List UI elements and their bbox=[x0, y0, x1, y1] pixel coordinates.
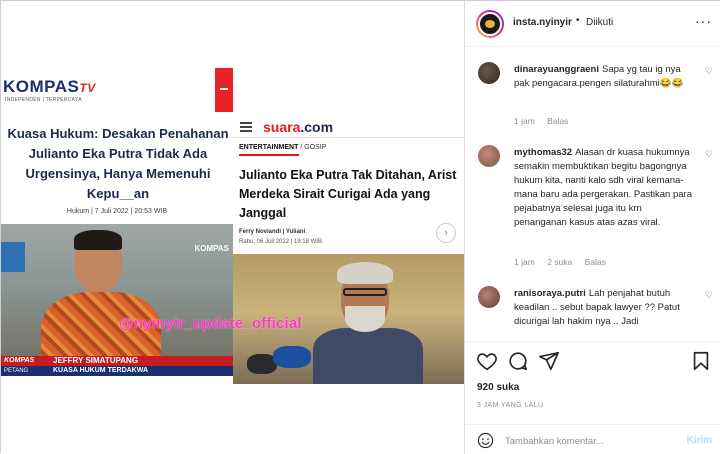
comment-input[interactable] bbox=[505, 433, 665, 449]
watermark: @nyinyir_update_official bbox=[119, 315, 302, 332]
comment-list[interactable]: dinarayuanggraeni Sapa yg tau ig nya pak … bbox=[465, 48, 720, 341]
heart-outline-icon[interactable]: ♡ bbox=[705, 290, 713, 301]
lower-third-brand-sub: PETANG bbox=[4, 368, 29, 374]
comment-body: dinarayuanggraeni Sapa yg tau ig nya pak … bbox=[514, 64, 684, 89]
category-underline bbox=[239, 154, 299, 156]
likes-count[interactable]: 920 suka bbox=[477, 382, 519, 393]
follow-status-button[interactable]: Diikuti bbox=[586, 17, 613, 28]
reply-button[interactable]: Balas bbox=[585, 257, 606, 267]
commenter-username[interactable]: dinarayuanggraeni bbox=[514, 64, 599, 75]
suara-date: Rabu, 06 Juli 2022 | 19:18 WIB bbox=[239, 239, 322, 245]
share-arrow-icon: › bbox=[436, 223, 456, 243]
commenter-avatar[interactable] bbox=[478, 62, 500, 84]
lower-third: KOMPAS PETANG JEFFRY SIMATUPANG KUASA HU… bbox=[1, 356, 233, 376]
comment-bubble-icon[interactable] bbox=[507, 350, 529, 372]
commenter-username[interactable]: mythomas32 bbox=[514, 147, 572, 158]
commenter-avatar[interactable] bbox=[478, 286, 500, 308]
post-image[interactable]: KOMPASTV INDEPENDEN | TERPERCAYA Kuasa H… bbox=[1, 1, 464, 454]
like-heart-icon[interactable] bbox=[476, 350, 498, 372]
reply-button[interactable]: Balas bbox=[547, 116, 568, 126]
suara-news-screenshot: suara.com ENTERTAINMENT / GOSIP Julianto… bbox=[233, 116, 464, 384]
comment-composer: Kirim bbox=[465, 424, 720, 454]
kompas-meta: Hukum | 7 Juli 2022 | 20:53 WIB bbox=[66, 208, 168, 215]
post-actions bbox=[465, 341, 720, 377]
comment-body: ranisoraya.putri Lah penjahat butuh keadi… bbox=[514, 288, 680, 327]
lower-third-brand: KOMPAS bbox=[4, 357, 35, 364]
kompas-header: KOMPASTV INDEPENDEN | TERPERCAYA bbox=[1, 68, 233, 114]
comment-like-count[interactable]: 2 suka bbox=[547, 257, 572, 267]
suara-author: Ferry Noviandi | Yuliani bbox=[239, 229, 306, 235]
heart-outline-icon[interactable]: ♡ bbox=[705, 66, 713, 77]
post-timestamp: 3 JAM YANG LALU bbox=[477, 402, 544, 409]
emoji-icon[interactable] bbox=[477, 432, 494, 449]
instagram-post-window: KOMPASTV INDEPENDEN | TERPERCAYA Kuasa H… bbox=[0, 0, 720, 454]
send-comment-button[interactable]: Kirim bbox=[686, 435, 712, 446]
suara-logo: suara.com bbox=[263, 119, 334, 135]
suara-header: suara.com bbox=[233, 116, 464, 138]
side-logo bbox=[1, 242, 25, 272]
bookmark-icon[interactable] bbox=[690, 350, 712, 372]
commenter-avatar[interactable] bbox=[478, 145, 500, 167]
commenter-username[interactable]: ranisoraya.putri bbox=[514, 288, 586, 299]
more-options-icon[interactable]: ··· bbox=[695, 13, 712, 29]
account-avatar[interactable] bbox=[476, 10, 504, 38]
kompas-tagline: INDEPENDEN | TERPERCAYA bbox=[5, 97, 82, 103]
comment-time: 1 jam bbox=[514, 257, 535, 267]
separator-dot: • bbox=[576, 15, 580, 26]
heart-outline-icon[interactable]: ♡ bbox=[705, 149, 713, 160]
kompas-logo: KOMPASTV bbox=[3, 77, 96, 96]
account-username[interactable]: insta.nyinyir bbox=[513, 17, 572, 28]
kompas-video-logo: KOMPAS bbox=[194, 244, 229, 253]
share-paperplane-icon[interactable] bbox=[538, 350, 560, 372]
kompas-video-frame: KOMPAS KOMPAS PETANG JEFFRY SIMATUPANG K… bbox=[1, 224, 233, 376]
lower-third-name: JEFFRY SIMATUPANG bbox=[53, 356, 139, 365]
suara-category: ENTERTAINMENT / GOSIP bbox=[239, 144, 327, 151]
comment-body: mythomas32 Alasan dr kuasa hukumnya semak… bbox=[514, 147, 692, 228]
kompas-menu-icon bbox=[215, 68, 233, 112]
comment-meta: 1 jam Balas bbox=[514, 116, 578, 126]
kompas-headline: Kuasa Hukum: Desakan Penahanan Julianto … bbox=[7, 126, 229, 201]
hamburger-icon bbox=[240, 122, 252, 132]
suara-headline: Julianto Eka Putra Tak Ditahan, Arist Me… bbox=[239, 168, 457, 220]
post-sidebar: insta.nyinyir • Diikuti ··· dinarayuangg… bbox=[464, 1, 720, 454]
lower-third-role: KUASA HUKUM TERDAKWA bbox=[53, 367, 149, 374]
lawyer-figure bbox=[41, 230, 161, 376]
comment-time: 1 jam bbox=[514, 116, 535, 126]
comment-meta: 1 jam 2 suka Balas bbox=[514, 257, 616, 267]
post-header: insta.nyinyir • Diikuti ··· bbox=[465, 1, 720, 47]
